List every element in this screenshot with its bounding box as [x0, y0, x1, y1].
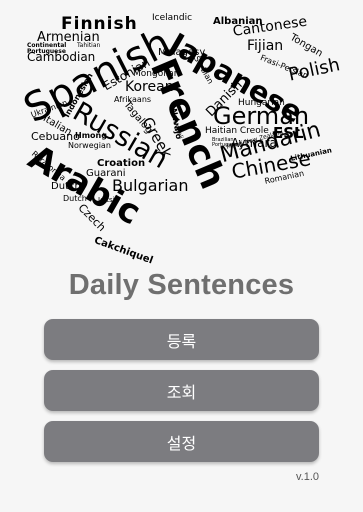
word-cloud-term: Polish	[286, 54, 342, 86]
version-label: v.1.0	[295, 471, 319, 483]
settings-button[interactable]: 설정	[44, 421, 319, 462]
language-word-cloud: Finnish Icelandic Albanian Armenian Cant…	[0, 0, 363, 268]
word-cloud-term: Norwegian	[68, 141, 111, 150]
word-cloud-term: Tongan	[288, 32, 325, 60]
word-cloud-term: Dutch	[51, 181, 81, 192]
word-cloud-term: Tahitian	[77, 42, 101, 49]
word-cloud-term: Cakchiquel	[92, 235, 155, 267]
word-cloud-term: Dutch	[63, 194, 87, 203]
word-cloud-term: Jeltsi	[98, 196, 115, 204]
word-cloud-term: Fijian	[247, 38, 284, 54]
page-title: Daily Sentences	[68, 269, 295, 301]
register-button[interactable]: 등록	[44, 319, 319, 360]
word-cloud-term: Brazilian Portuguese	[212, 137, 241, 148]
word-cloud-term: Bulgarian	[112, 176, 189, 195]
word-cloud-term: Hmong	[75, 131, 107, 140]
lookup-button[interactable]: 조회	[44, 370, 319, 411]
